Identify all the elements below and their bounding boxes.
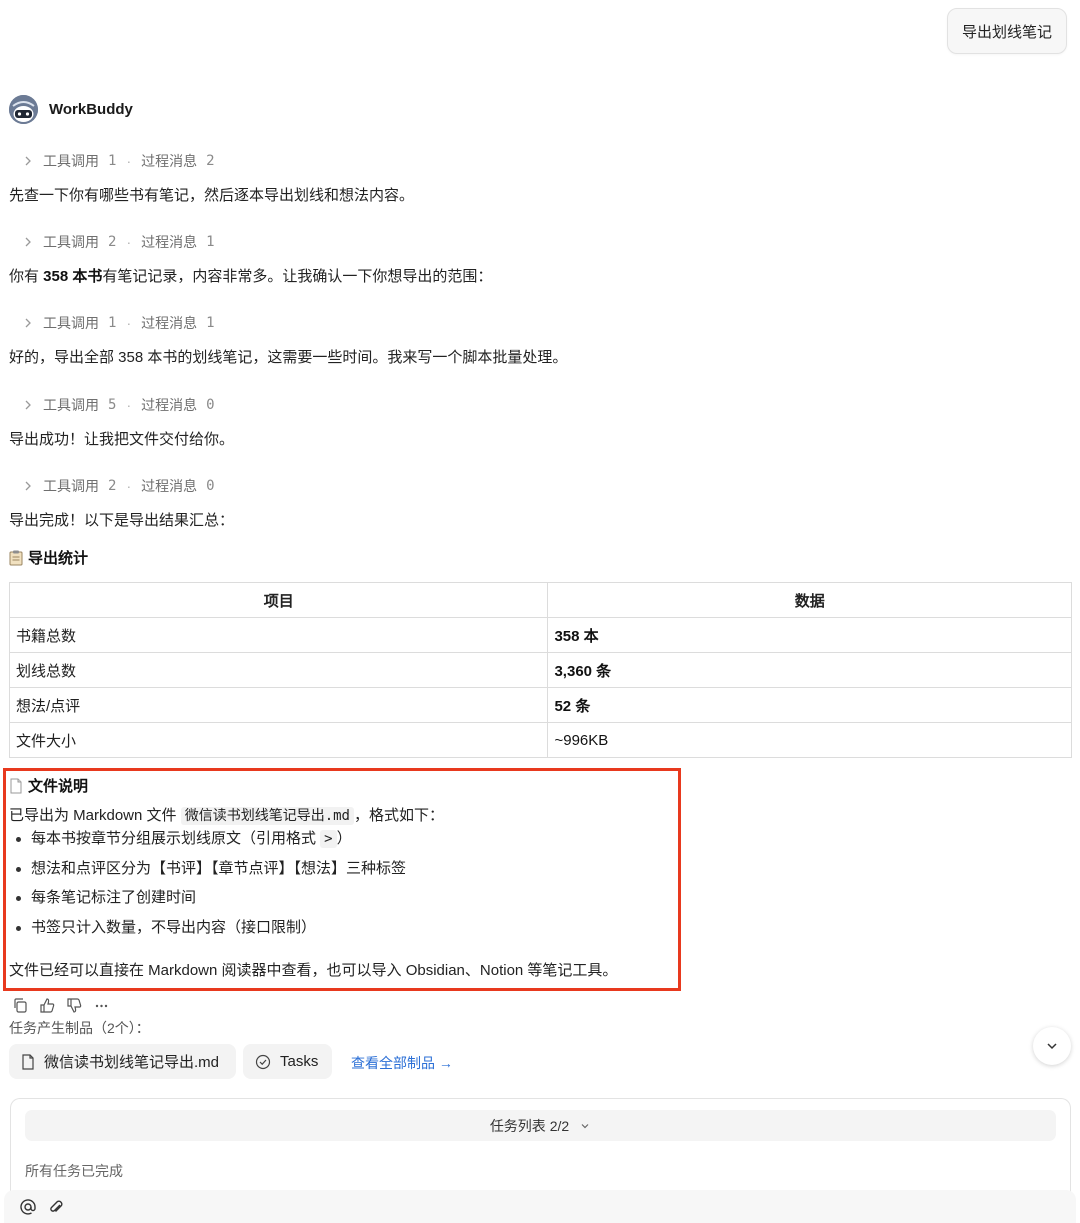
separator: · [126, 234, 132, 250]
chevron-down-icon [581, 1123, 589, 1128]
artifact-tasks-label: Tasks [280, 1053, 319, 1070]
tool-call-count: 2 [108, 478, 117, 494]
tool-call-count: 5 [108, 397, 117, 413]
list-item: 想法和点评区分为【书评】【章节点评】【想法】三种标签 [14, 858, 406, 888]
table-cell-value: ~996KB [547, 722, 1072, 758]
table-row: 文件大小 ~996KB [8, 722, 1072, 758]
artifacts-label: 任务产生制品（2个）： [9, 1020, 150, 1036]
tool-call-count: 1 [108, 153, 117, 169]
thumbs-up-icon[interactable] [39, 997, 56, 1014]
stats-table: 项目 数据 书籍总数 358 本 划线总数 3,360 条 想法/点评 52 条… [8, 582, 1072, 758]
tool-call-label: 工具调用 [43, 234, 99, 250]
assistant-message-2: 你有 358 本书有笔记记录，内容非常多。让我确认一下你想导出的范围： [9, 268, 493, 285]
process-msg-count: 1 [206, 315, 215, 331]
process-msg-label: 过程消息 [141, 397, 198, 413]
step-toggle-2[interactable]: 工具调用 2 · 过程消息 1 [22, 232, 215, 252]
tool-call-label: 工具调用 [43, 315, 99, 331]
table-cell-item: 划线总数 [8, 652, 549, 688]
table-cell-item: 文件大小 [8, 722, 549, 758]
artifact-tasks-chip[interactable]: Tasks [243, 1044, 332, 1079]
process-msg-label: 过程消息 [141, 153, 198, 169]
table-cell-value: 52 条 [547, 687, 1072, 723]
assistant-message-3: 好的，导出全部 358 本书的划线笔记，这需要一些时间。我来写一个脚本批量处理。 [9, 349, 568, 366]
stats-title: 导出统计 [9, 547, 88, 568]
separator: · [126, 478, 132, 494]
agent-name: WorkBuddy [49, 101, 133, 118]
separator: · [126, 315, 132, 331]
chat-input-bar[interactable] [4, 1190, 1076, 1223]
tool-call-label: 工具调用 [43, 397, 99, 413]
file-info-description: 已导出为 Markdown 文件 微信读书划线笔记导出.md ，格式如下： [9, 807, 445, 825]
clipboard-icon [9, 550, 23, 565]
table-cell-value: 3,360 条 [547, 652, 1072, 688]
assistant-message-5: 导出完成！以下是导出结果汇总： [9, 512, 235, 529]
file-info-footer: 文件已经可以直接在 Markdown 阅读器中查看，也可以导入 Obsidian… [9, 962, 618, 979]
task-list-toggle[interactable]: 任务列表 2/2 [25, 1110, 1056, 1141]
table-row: 书籍总数 358 本 [8, 617, 1072, 653]
process-msg-count: 1 [206, 234, 215, 250]
task-list-header: 任务列表 2/2 [489, 1117, 570, 1134]
step-toggle-5[interactable]: 工具调用 2 · 过程消息 0 [22, 476, 215, 496]
task-status: 所有任务已完成 [25, 1163, 123, 1179]
chevron-down-icon [1047, 1043, 1057, 1050]
tool-call-label: 工具调用 [43, 478, 99, 494]
assistant-message-4: 导出成功！让我把文件交付给你。 [9, 431, 235, 448]
process-msg-label: 过程消息 [141, 315, 198, 331]
column-header-data: 数据 [547, 582, 1072, 618]
assistant-message-1: 先查一下你有哪些书有笔记，然后逐本导出划线和想法内容。 [9, 187, 415, 204]
message-actions [12, 997, 110, 1014]
chevron-right-icon [25, 237, 31, 247]
process-msg-label: 过程消息 [141, 478, 198, 494]
artifact-file-name: 微信读书划线笔记导出.md [44, 1054, 220, 1071]
table-cell-item: 书籍总数 [8, 617, 549, 653]
table-row: 划线总数 3,360 条 [8, 652, 1072, 688]
process-msg-count: 0 [206, 478, 215, 494]
step-toggle-3[interactable]: 工具调用 1 · 过程消息 1 [22, 313, 215, 333]
list-item: 书签只计入数量，不导出内容（接口限制） [14, 917, 406, 947]
table-row: 想法/点评 52 条 [8, 687, 1072, 723]
filename-code: 微信读书划线笔记导出.md [180, 807, 354, 825]
tool-call-count: 1 [108, 315, 117, 331]
table-cell-value: 358 本 [547, 617, 1072, 653]
artifact-file-chip[interactable]: 微信读书划线笔记导出.md [9, 1044, 236, 1079]
paperclip-icon[interactable] [47, 1198, 65, 1216]
format-bullet-list: 每本书按章节分组展示划线原文（引用格式 >） 想法和点评区分为【书评】【章节点评… [14, 828, 406, 946]
tool-call-count: 2 [108, 234, 117, 250]
column-header-item: 项目 [8, 582, 549, 618]
more-options-icon[interactable] [93, 997, 110, 1014]
process-msg-count: 0 [206, 397, 215, 413]
scroll-down-button[interactable] [1033, 1027, 1071, 1065]
copy-icon[interactable] [12, 997, 29, 1014]
file-info-title: 文件说明 [9, 775, 88, 796]
mention-icon[interactable] [19, 1198, 37, 1216]
agent-header: WorkBuddy [9, 95, 133, 124]
document-icon [10, 778, 22, 793]
step-toggle-1[interactable]: 工具调用 1 · 过程消息 2 [22, 151, 215, 171]
step-toggle-4[interactable]: 工具调用 5 · 过程消息 0 [22, 395, 215, 415]
agent-avatar [9, 95, 38, 124]
file-icon [22, 1053, 34, 1070]
chevron-right-icon [25, 318, 31, 328]
list-item: 每条笔记标注了创建时间 [14, 887, 406, 917]
chevron-right-icon [25, 156, 31, 166]
separator: · [126, 153, 132, 169]
thumbs-down-icon[interactable] [66, 997, 83, 1014]
chevron-right-icon [25, 481, 31, 491]
export-highlights-button[interactable]: 导出划线笔记 [947, 8, 1067, 54]
check-circle-icon [255, 1054, 271, 1069]
tool-call-label: 工具调用 [43, 153, 99, 169]
table-header-row: 项目 数据 [8, 582, 1072, 618]
chevron-right-icon [25, 400, 31, 410]
book-count-highlight: 358 本书 [43, 268, 103, 285]
process-msg-count: 2 [206, 153, 215, 169]
view-all-artifacts-link[interactable]: 查看全部制品 → [351, 1053, 453, 1073]
list-item: 每本书按章节分组展示划线原文（引用格式 >） [14, 828, 406, 858]
table-cell-item: 想法/点评 [8, 687, 549, 723]
separator: · [126, 397, 132, 413]
process-msg-label: 过程消息 [141, 234, 198, 250]
